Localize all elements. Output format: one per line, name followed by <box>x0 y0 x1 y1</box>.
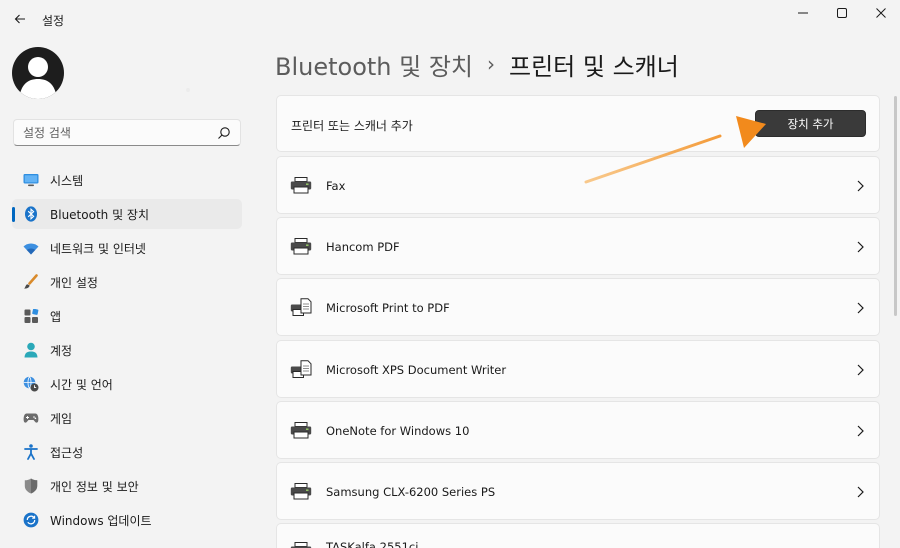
app-title: 설정 <box>42 14 65 28</box>
settings-search-box[interactable] <box>13 119 241 146</box>
sidebar-item-privacy-security[interactable]: 개인 정보 및 보안 <box>12 471 242 501</box>
printer-name: Fax <box>326 179 346 193</box>
printer-item-hancom-pdf[interactable]: Hancom PDF <box>276 217 880 275</box>
accessibility-icon <box>23 444 39 460</box>
breadcrumb-parent-link[interactable]: Bluetooth 및 장치 <box>275 47 473 82</box>
printer-item-microsoft-xps-document-writer[interactable]: Microsoft XPS Document Writer <box>276 340 880 398</box>
add-device-button[interactable]: 장치 추가 <box>755 110 866 137</box>
sidebar-item-label: Bluetooth 및 장치 <box>50 207 150 222</box>
sidebar-item-network[interactable]: 네트워크 및 인터넷 <box>12 233 242 263</box>
sidebar-item-bluetooth-devices[interactable]: Bluetooth 및 장치 <box>12 199 242 229</box>
sidebar-item-label: 시간 및 언어 <box>50 377 113 392</box>
sidebar-item-label: 개인 설정 <box>50 275 98 290</box>
sidebar-nav: 시스템 Bluetooth 및 장치 네트워크 및 인터넷 개인 설정 앱 계정 <box>12 165 242 539</box>
chevron-right-icon <box>857 180 864 192</box>
brush-icon <box>23 274 39 290</box>
apps-icon <box>23 308 39 324</box>
sidebar-item-label: 시스템 <box>50 173 84 188</box>
user-avatar[interactable] <box>12 47 64 99</box>
chevron-right-icon <box>857 364 864 376</box>
printer-icon <box>290 177 312 194</box>
back-button[interactable] <box>10 9 30 29</box>
sidebar-item-label: 게임 <box>50 411 73 426</box>
breadcrumb-separator: › <box>487 52 496 76</box>
sidebar-item-time-language[interactable]: 시간 및 언어 <box>12 369 242 399</box>
printer-name: Hancom PDF <box>326 240 400 254</box>
maximize-button[interactable] <box>827 3 857 23</box>
sidebar-item-label: 개인 정보 및 보안 <box>50 479 139 494</box>
printer-icon <box>290 542 312 548</box>
update-icon <box>23 512 39 528</box>
minimize-button[interactable] <box>788 3 818 23</box>
title-bar: 설정 <box>0 0 900 38</box>
sidebar-item-label: 접근성 <box>50 445 84 460</box>
printer-name: OneNote for Windows 10 <box>326 424 470 438</box>
minimize-icon <box>798 12 808 14</box>
printer-item-samsung-clx-6200[interactable]: Samsung CLX-6200 Series PS <box>276 462 880 520</box>
printer-name: Samsung CLX-6200 Series PS <box>326 485 496 499</box>
sidebar-item-personalization[interactable]: 개인 설정 <box>12 267 242 297</box>
search-icon[interactable] <box>217 126 231 140</box>
printer-item-fax[interactable]: Fax <box>276 156 880 214</box>
globe-clock-icon <box>23 376 39 392</box>
sidebar-item-label: 계정 <box>50 343 73 358</box>
chevron-right-icon <box>857 241 864 253</box>
printer-icon <box>290 238 312 255</box>
decorative-dot <box>186 88 190 92</box>
add-printer-label: 프린터 또는 스캐너 추가 <box>291 119 413 133</box>
sidebar-item-label: 네트워크 및 인터넷 <box>50 241 146 256</box>
breadcrumb: Bluetooth 및 장치 › 프린터 및 스캐너 <box>275 44 679 84</box>
sidebar-item-label: Windows 업데이트 <box>50 513 152 528</box>
sidebar-item-windows-update[interactable]: Windows 업데이트 <box>12 505 242 535</box>
wifi-icon <box>23 240 39 256</box>
monitor-icon <box>23 172 39 188</box>
sidebar-item-apps[interactable]: 앱 <box>12 301 242 331</box>
close-button[interactable] <box>866 3 896 23</box>
maximize-icon <box>837 8 847 18</box>
printer-document-icon <box>290 360 312 378</box>
printer-name: TASKalfa 2551ci <box>326 540 419 548</box>
printer-item-onenote-for-windows-10[interactable]: OneNote for Windows 10 <box>276 401 880 459</box>
sidebar-item-system[interactable]: 시스템 <box>12 165 242 195</box>
chevron-right-icon <box>857 425 864 437</box>
printer-document-icon <box>290 298 312 316</box>
scrollbar[interactable] <box>894 96 897 316</box>
printer-item-microsoft-print-to-pdf[interactable]: Microsoft Print to PDF <box>276 278 880 336</box>
person-icon <box>19 57 57 99</box>
bluetooth-icon <box>23 206 39 222</box>
printer-name: Microsoft XPS Document Writer <box>326 363 507 377</box>
printer-icon <box>290 483 312 500</box>
printer-name: Microsoft Print to PDF <box>326 301 450 315</box>
arrow-left-icon <box>14 14 25 24</box>
sidebar-item-label: 앱 <box>50 309 62 324</box>
person-icon <box>23 342 39 358</box>
sidebar-item-accessibility[interactable]: 접근성 <box>12 437 242 467</box>
shield-icon <box>23 478 39 494</box>
chevron-right-icon <box>857 302 864 314</box>
add-printer-card: 프린터 또는 스캐너 추가 장치 추가 <box>276 95 880 152</box>
sidebar-item-gaming[interactable]: 게임 <box>12 403 242 433</box>
chevron-right-icon <box>857 486 864 498</box>
page-title: 프린터 및 스캐너 <box>509 52 679 81</box>
close-icon <box>876 8 886 18</box>
printer-icon <box>290 422 312 439</box>
search-input[interactable] <box>23 125 213 140</box>
printer-item-taskalfa-2551ci[interactable]: TASKalfa 2551ci <box>276 523 880 548</box>
gamepad-icon <box>23 410 39 426</box>
sidebar-item-accounts[interactable]: 계정 <box>12 335 242 365</box>
